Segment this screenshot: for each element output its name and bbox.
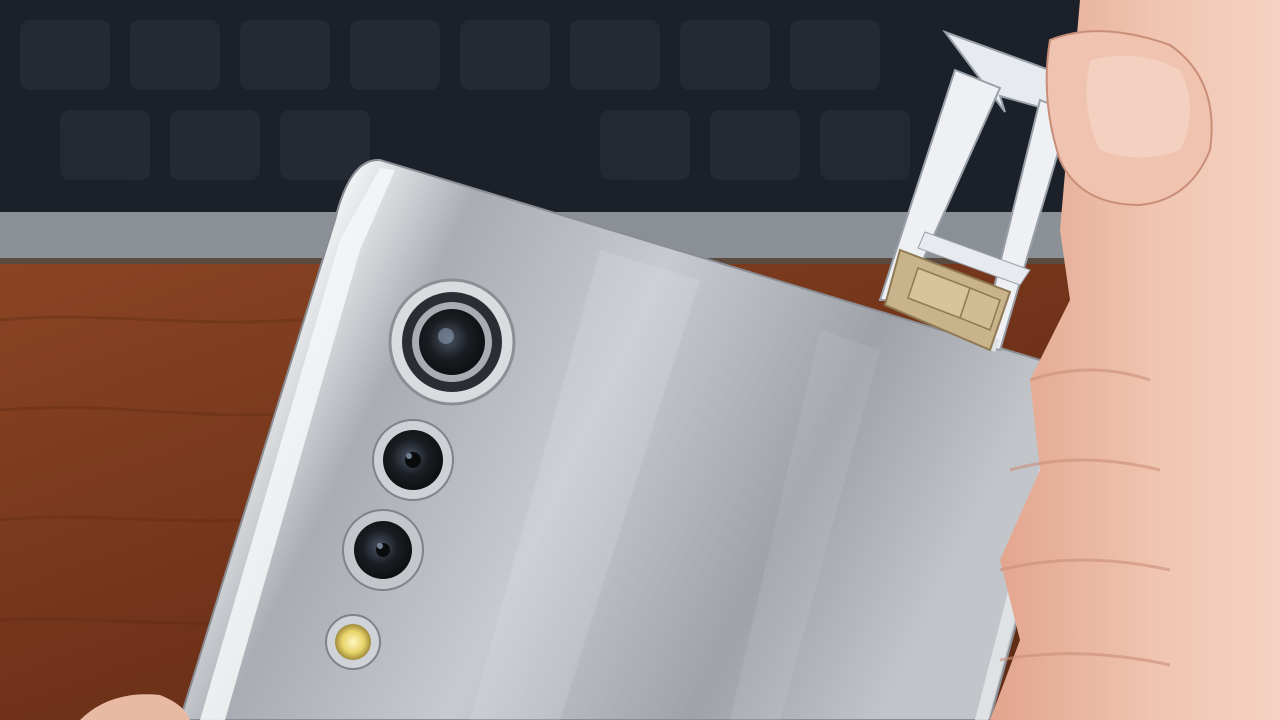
- photo-scene: [0, 0, 1280, 720]
- tertiary-camera-lens: [342, 509, 424, 591]
- camera-flash: [325, 614, 381, 670]
- photo-illustration: [0, 0, 1280, 720]
- main-camera-lens: [388, 278, 516, 406]
- secondary-camera-lens: [372, 419, 454, 501]
